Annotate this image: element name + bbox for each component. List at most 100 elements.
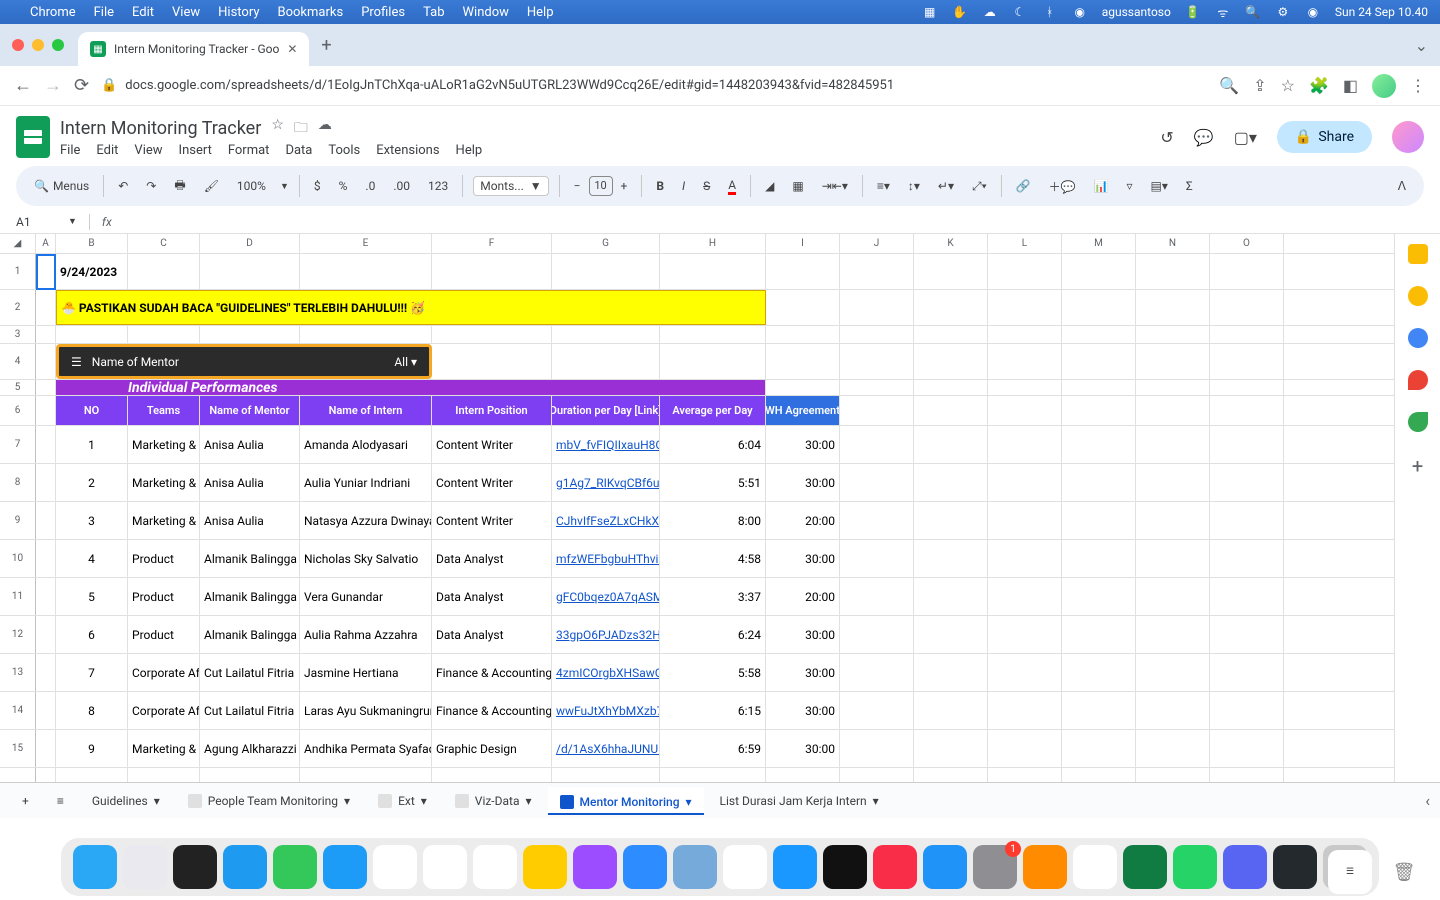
increase-fontsize-button[interactable]: +	[617, 177, 632, 195]
control-center-icon[interactable]: ⚙	[1275, 4, 1291, 20]
cell[interactable]	[1210, 290, 1284, 325]
cell[interactable]	[200, 768, 300, 782]
decrease-fontsize-button[interactable]: −	[570, 177, 585, 195]
browser-tab[interactable]: ▦ Intern Monitoring Tracker - Goo ✕	[78, 32, 309, 66]
dock-downloads-icon[interactable]: ☰	[1328, 850, 1372, 894]
cell[interactable]	[1210, 380, 1284, 395]
col-C[interactable]: C	[128, 234, 200, 253]
cell[interactable]	[56, 768, 128, 782]
sheet-tab-list[interactable]: List Durasi Jam Kerja Intern ▾	[708, 788, 891, 814]
sheet-tab-people[interactable]: People Team Monitoring ▾	[176, 788, 362, 814]
cell-average[interactable]: 6:04	[660, 426, 766, 463]
filter-views-button[interactable]: ▤▾	[1147, 177, 1172, 195]
meet-icon[interactable]: ▢▾	[1234, 128, 1257, 147]
cell[interactable]	[1210, 344, 1284, 379]
fontsize-input[interactable]: 10	[589, 176, 613, 196]
cell-team[interactable]: Corporate Affai	[128, 692, 200, 729]
cell[interactable]	[1136, 326, 1210, 343]
cell[interactable]	[1062, 344, 1136, 379]
col-I[interactable]: I	[766, 234, 840, 253]
cell-average[interactable]: 8:00	[660, 502, 766, 539]
menu-insert[interactable]: Insert	[179, 143, 212, 158]
cell-mentor[interactable]: Anisa Aulia	[200, 464, 300, 501]
dock-chrome-icon[interactable]	[1073, 845, 1117, 889]
filter-button[interactable]: ▿	[1122, 177, 1136, 195]
cell[interactable]	[552, 344, 660, 379]
cell-mentor[interactable]: Anisa Aulia	[200, 502, 300, 539]
doc-title[interactable]: Intern Monitoring Tracker	[60, 118, 261, 139]
cell-mentor[interactable]: Almanik Balingga	[200, 540, 300, 577]
cell[interactable]	[1210, 578, 1284, 615]
wifi-icon[interactable]: ᯤ	[1215, 4, 1231, 20]
search-menus-button[interactable]: 🔍 Menus	[30, 177, 93, 195]
col-K[interactable]: K	[914, 234, 988, 253]
row-header[interactable]: 2	[0, 290, 36, 325]
menubar-file[interactable]: File	[94, 5, 114, 20]
cell-intern[interactable]: Natasya Azzura Dwinayanti	[300, 502, 432, 539]
cell[interactable]	[36, 426, 56, 463]
cell[interactable]	[988, 380, 1062, 395]
cell-intern[interactable]: Laras Ayu Sukmaningrum	[300, 692, 432, 729]
cell[interactable]	[300, 326, 432, 343]
cell-no[interactable]: 9	[56, 730, 128, 767]
row-header[interactable]	[0, 768, 36, 782]
cell[interactable]	[1210, 730, 1284, 767]
cell[interactable]	[988, 464, 1062, 501]
row-header[interactable]: 4	[0, 344, 36, 379]
cell[interactable]	[988, 768, 1062, 782]
cell[interactable]	[432, 344, 552, 379]
cell[interactable]	[914, 344, 988, 379]
row-header[interactable]: 1	[0, 254, 36, 289]
cell-intern[interactable]: Jasmine Hertiana	[300, 654, 432, 691]
cell[interactable]	[300, 768, 432, 782]
percent-button[interactable]: %	[335, 177, 352, 195]
cell-wh[interactable]: 30:00	[766, 616, 840, 653]
cell[interactable]	[840, 464, 914, 501]
undo-button[interactable]: ↶	[114, 177, 132, 195]
cell[interactable]	[914, 464, 988, 501]
cell[interactable]	[1136, 290, 1210, 325]
cell-position[interactable]: Finance & Accounting	[432, 654, 552, 691]
merge-button[interactable]: ⇥⇤▾	[818, 177, 852, 195]
cell[interactable]	[1062, 502, 1136, 539]
dock-zoom-icon[interactable]	[623, 845, 667, 889]
cell[interactable]	[1062, 326, 1136, 343]
keep-sidepanel-icon[interactable]	[1408, 286, 1428, 306]
cell[interactable]	[1210, 654, 1284, 691]
wrap-button[interactable]: ↵▾	[934, 177, 958, 195]
move-icon[interactable]: 🗀	[294, 117, 308, 141]
cell[interactable]	[766, 326, 840, 343]
cell-link[interactable]: /d/1AsX6hhaJUNUbvaIl	[552, 730, 660, 767]
cell-wh[interactable]: 30:00	[766, 730, 840, 767]
menu-format[interactable]: Format	[228, 143, 270, 158]
cell-team[interactable]: Marketing & Co	[128, 502, 200, 539]
font-select[interactable]: Monts... ▼	[473, 176, 548, 196]
share-button[interactable]: 🔒 Share	[1277, 121, 1372, 153]
borders-button[interactable]: ▦	[788, 177, 807, 195]
all-sheets-button[interactable]: ≡	[45, 788, 76, 814]
menu-file[interactable]: File	[60, 143, 80, 158]
extensions-icon[interactable]: 🧩	[1309, 76, 1329, 95]
text-color-button[interactable]: A	[724, 176, 740, 197]
dock-appletv-icon[interactable]	[823, 845, 867, 889]
sheet-tab-viz[interactable]: Viz-Data ▾	[443, 788, 544, 814]
cell-mentor[interactable]: Almanik Balingga	[200, 616, 300, 653]
cell[interactable]	[988, 426, 1062, 463]
dock-reminders-icon[interactable]	[473, 845, 517, 889]
cell[interactable]	[1062, 654, 1136, 691]
functions-button[interactable]: Σ	[1182, 177, 1197, 195]
cell-average[interactable]: 6:24	[660, 616, 766, 653]
new-tab-button[interactable]: +	[321, 35, 331, 56]
cell-team[interactable]: Product	[128, 540, 200, 577]
cell[interactable]	[1210, 254, 1284, 289]
cell[interactable]	[36, 578, 56, 615]
cell[interactable]	[914, 616, 988, 653]
cell-no[interactable]: 7	[56, 654, 128, 691]
row-header[interactable]: 14	[0, 692, 36, 729]
cell-position[interactable]: Finance & Accounting	[432, 692, 552, 729]
section-title-cell[interactable]: Individual Performances	[56, 380, 766, 395]
dock-rstudio-icon[interactable]	[673, 845, 717, 889]
menubar-profiles[interactable]: Profiles	[361, 5, 405, 20]
cell[interactable]	[1136, 730, 1210, 767]
dock-vlc-icon[interactable]	[1023, 845, 1067, 889]
